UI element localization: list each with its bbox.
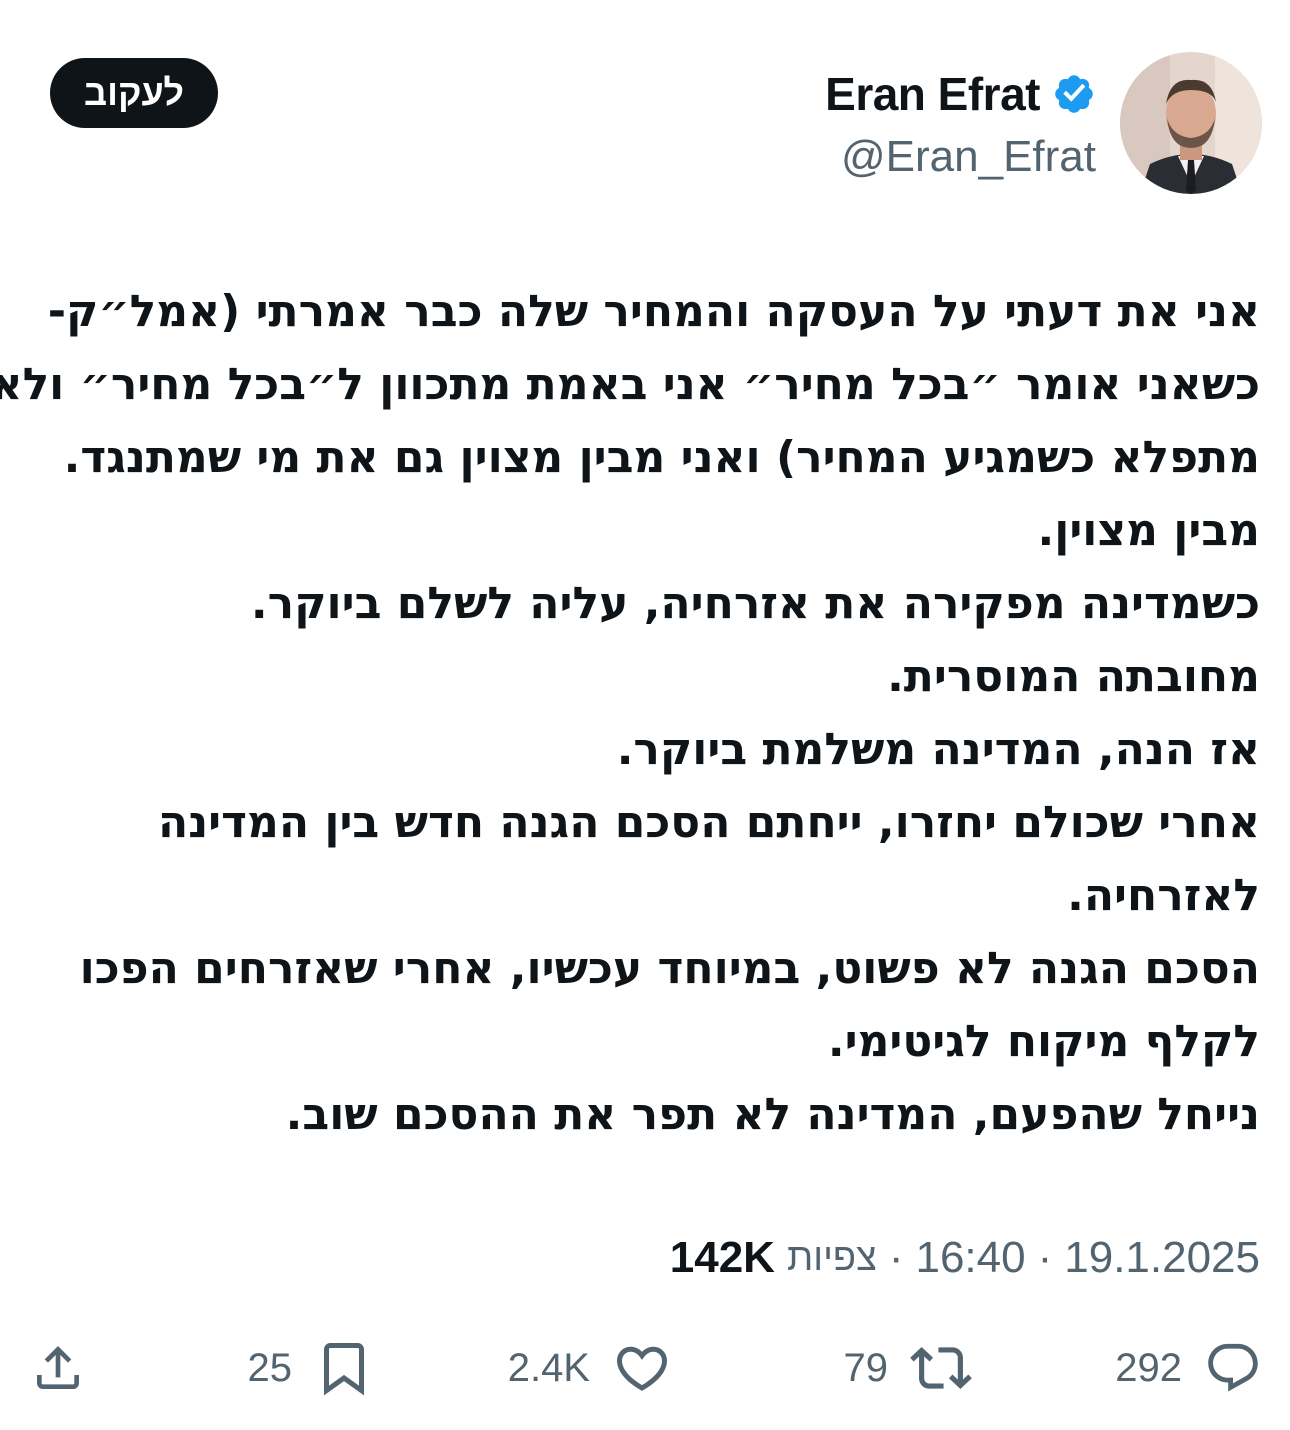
bookmark-button[interactable]: 25 — [248, 1335, 375, 1401]
author-name-row: Eran Efrat — [825, 64, 1096, 124]
share-button[interactable] — [30, 1335, 86, 1401]
bookmark-count: 25 — [247, 1345, 293, 1390]
reply-icon — [1208, 1343, 1258, 1392]
tweet-line: לקלף מיקוח לגיטימי. — [827, 1016, 1260, 1067]
tweet-line: מחובתה המוסרית. — [887, 651, 1260, 702]
tweet-line: כשאני אומר ״בכל מחיר״ אני באמת מתכוון ל״… — [0, 359, 1260, 410]
meta-separator: · — [1037, 1233, 1053, 1282]
tweet-meta: 19.1.2025 · 16:40 · צפיות 142K — [670, 1228, 1260, 1288]
views-count: 142K — [669, 1233, 775, 1282]
repost-count: 79 — [843, 1345, 889, 1390]
tweet-line: מתפלא כשמגיע המחיר) ואני מבין מצוין גם א… — [63, 432, 1260, 483]
heart-icon — [616, 1346, 668, 1391]
tweet-line: הסכם הגנה לא פשוט, במיוחד עכשיו, אחרי שא… — [79, 943, 1260, 994]
tweet-text: אני את דעתי על העסקה והמחיר שלה כבר אמרת… — [0, 275, 1261, 1151]
meta-separator: · — [888, 1233, 904, 1282]
action-bar: 292 79 2.4K 25 — [0, 1335, 1290, 1401]
tweet-line: מבין מצוין. — [1037, 505, 1261, 556]
reply-button[interactable]: 292 — [1115, 1335, 1262, 1401]
repost-button[interactable]: 79 — [844, 1335, 973, 1401]
like-count: 2.4K — [507, 1345, 590, 1390]
verified-badge-icon — [1055, 75, 1093, 113]
tweet-line: אני את דעתי על העסקה והמחיר שלה כבר אמרת… — [47, 286, 1260, 337]
follow-button[interactable]: לעקוב — [50, 58, 218, 128]
avatar[interactable] — [1120, 52, 1262, 194]
tweet-line: לאזרחיה. — [1067, 870, 1260, 921]
reply-count: 292 — [1115, 1345, 1182, 1390]
bookmark-icon — [324, 1343, 364, 1396]
author-display-name[interactable]: Eran Efrat — [825, 64, 1040, 124]
like-button[interactable]: 2.4K — [508, 1335, 672, 1401]
repost-icon — [910, 1347, 972, 1389]
tweet-date[interactable]: 19.1.2025 — [1064, 1233, 1260, 1283]
tweet-line: נייחל שהפעם, המדינה לא תפר את ההסכם שוב. — [285, 1089, 1260, 1140]
profile-photo-icon — [1120, 52, 1262, 194]
author-handle[interactable]: @Eran_Efrat — [825, 128, 1096, 186]
author-identity: Eran Efrat @Eran_Efrat — [825, 64, 1096, 186]
tweet-line: כשמדינה מפקירה את אזרחיה, עליה לשלם ביוק… — [250, 578, 1260, 629]
tweet-time[interactable]: 16:40 — [915, 1233, 1025, 1283]
views-label: צפיות — [786, 1236, 877, 1279]
tweet-line: אחרי שכולם יחזרו, ייחתם הסכם הגנה חדש בי… — [158, 797, 1260, 848]
tweet-line: אז הנה, המדינה משלמת ביוקר. — [616, 724, 1260, 775]
share-icon — [37, 1346, 79, 1389]
